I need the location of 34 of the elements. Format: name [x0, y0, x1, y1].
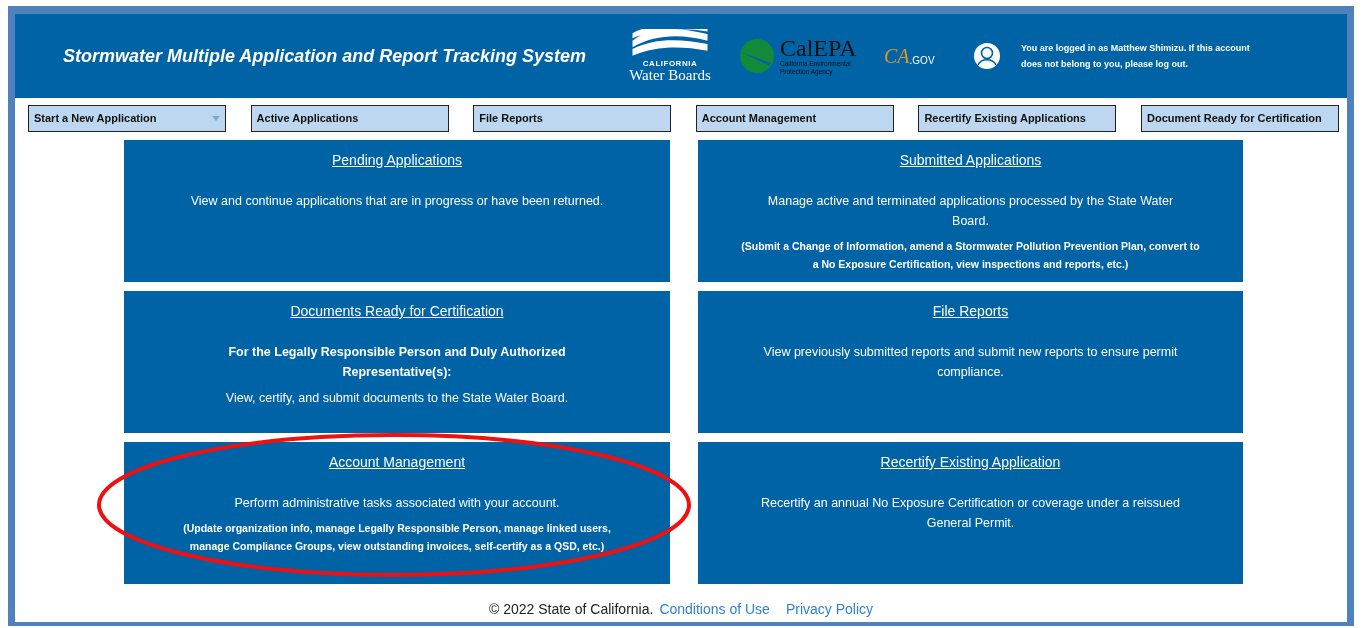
- card-description: Recertify an annual No Exposure Certification or coverage under a reissued General Permit.: [760, 495, 1181, 532]
- nav-button[interactable]: Active Applications: [250, 105, 449, 132]
- copyright-text: © 2022 State of California.: [488, 601, 654, 617]
- logo-text: CalEPA: [780, 36, 858, 60]
- nav-button[interactable]: Account Management: [695, 105, 894, 132]
- card-description: View and continue applications that are in progress or have been returned.: [189, 193, 605, 210]
- logo-caption: CALIFORNIA: [642, 59, 698, 68]
- nav-button[interactable]: Recertify Existing Applications: [918, 105, 1117, 132]
- card-title-link[interactable]: Submitted Applications: [899, 150, 1042, 171]
- logo-text: Water Boards: [629, 68, 711, 83]
- user-avatar-icon[interactable]: [973, 42, 1001, 70]
- card-title-link[interactable]: Pending Applications: [332, 150, 462, 171]
- logo-caption: .GOV: [909, 55, 935, 68]
- footer-link[interactable]: Privacy Policy: [785, 601, 874, 617]
- card-description: For the Legally Responsible Person and Duly Authorized Representative(s):: [227, 344, 567, 381]
- card-title-link[interactable]: Documents Ready for Certification: [290, 301, 504, 322]
- card-note: (Update organization info, manage Legally Responsible Person, manage linked users, manage Compliance Groups, view outstanding invoices, self-certify as a QSD, etc.): [182, 521, 612, 554]
- logo-text: CA: [884, 44, 910, 69]
- leaf-circle-icon: [738, 37, 776, 75]
- card-title-link[interactable]: Account Management: [328, 452, 466, 473]
- card-title-link[interactable]: Recertify Existing Application: [880, 452, 1061, 473]
- card-description: View, certify, and submit documents to the State Water Board.: [224, 390, 570, 407]
- caret-icon: [212, 116, 220, 121]
- nav-button[interactable]: Document Ready for Certification: [1140, 105, 1339, 132]
- login-message: You are logged in as Matthew Shimizu. If this account does not belong to you, please log out.: [1021, 42, 1251, 71]
- dropdown-button[interactable]: Start a New Application: [28, 105, 226, 132]
- card-description: Manage active and terminated applications processed by the State Water Board.: [766, 193, 1175, 230]
- card-note: (Submit a Change of Information, amend a Stormwater Pollution Prevention Plan, convert to a No Exposure Certification, view inspections and reports, etc.): [740, 239, 1201, 272]
- card-description: View previously submitted reports and submit new reports to ensure permit compliance.: [762, 344, 1179, 381]
- nav-button[interactable]: File Reports: [473, 105, 672, 132]
- card-description: Perform administrative tasks associated with your account.: [233, 495, 561, 512]
- app-title: Stormwater Multiple Application and Report Tracking System: [63, 44, 588, 68]
- card-title-link[interactable]: File Reports: [932, 301, 1009, 322]
- footer-link[interactable]: Conditions of Use: [659, 601, 770, 617]
